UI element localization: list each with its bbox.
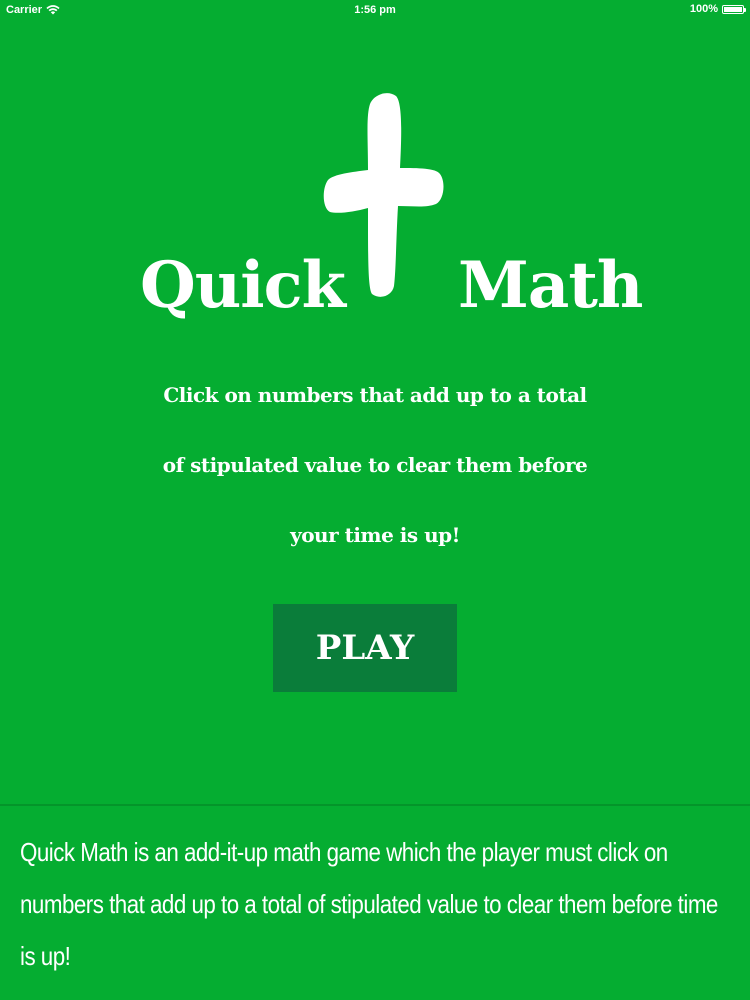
status-time: 1:56 pm <box>354 4 396 16</box>
status-bar: Carrier 1:56 pm 100% <box>0 0 750 22</box>
game-instructions: Click on numbers that add up to a total … <box>162 383 588 547</box>
title-math: Math <box>458 248 643 323</box>
battery-fill <box>724 6 742 12</box>
title-quick: Quick <box>140 248 346 323</box>
play-button[interactable]: PLAY <box>273 604 457 692</box>
divider <box>0 804 750 806</box>
status-right: 100% <box>689 3 746 15</box>
battery-percent: 100% <box>689 3 718 15</box>
battery-icon <box>722 4 746 14</box>
game-description: Quick Math is an add-it-up math game whi… <box>20 837 718 971</box>
